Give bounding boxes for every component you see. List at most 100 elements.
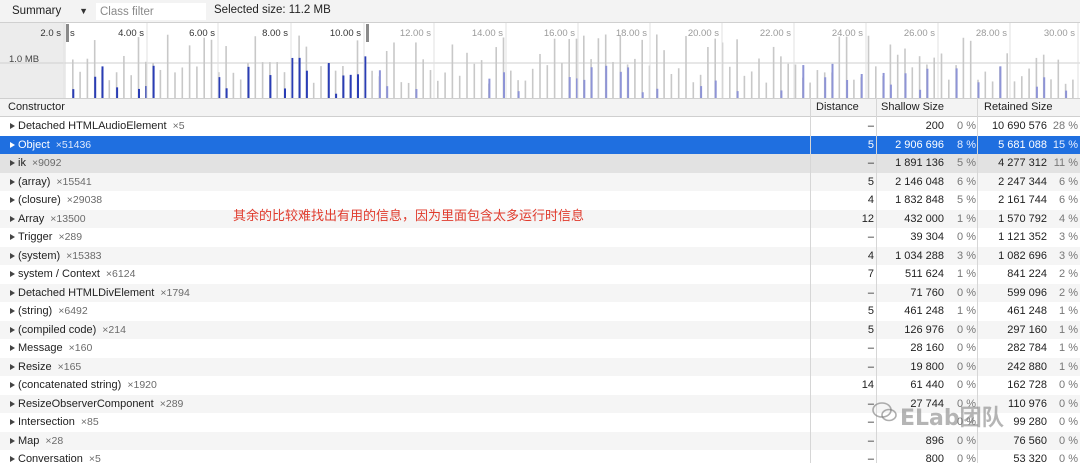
timeline-allocation-bar: [364, 56, 367, 98]
table-row[interactable]: (array) ×15541 5 2 146 048 6 % 2 247 344 6 %: [0, 172, 1080, 191]
constructor-name: ResizeObserverComponent: [18, 397, 154, 410]
retained-size-cell: 53 320: [1013, 453, 1047, 465]
retained-size-percent: 0 %: [1059, 379, 1078, 391]
timeline-allocation-bar: [802, 65, 805, 98]
expand-triangle-icon[interactable]: [10, 419, 15, 425]
expand-triangle-icon[interactable]: [10, 234, 15, 240]
constructor-name: ik: [18, 157, 26, 169]
timeline-bar: [239, 79, 242, 98]
timeline-bar: [137, 37, 140, 98]
shallow-size-cell: 511 624: [905, 268, 944, 280]
distance-cell: 5: [867, 138, 874, 151]
selection-handle-left[interactable]: [66, 24, 69, 42]
table-row[interactable]: Detached HTMLDivElement ×1794 – 71 760 0 % 59…: [0, 283, 1080, 302]
retained-size-cell: 5 681 088: [998, 138, 1047, 151]
view-selector[interactable]: Summary ▼: [4, 3, 90, 19]
table-row[interactable]: (system) ×15383 4 1 034 288 3 % 1 082 696 3 %: [0, 246, 1080, 266]
timeline-allocation-bar: [72, 89, 75, 98]
shallow-size-cell: 1 891 136: [895, 157, 944, 169]
expand-triangle-icon[interactable]: [10, 345, 15, 351]
expand-triangle-icon[interactable]: [10, 456, 15, 462]
instance-count: ×1920: [127, 379, 157, 391]
retained-size-percent: 1 %: [1059, 323, 1078, 336]
constructor-cell: Conversation ×5: [10, 450, 101, 469]
table-row[interactable]: Object ×51436 5 2 906 696 8 % 5 681 088 15 %: [0, 135, 1080, 154]
column-header-constructor[interactable]: Constructor: [2, 99, 810, 116]
shallow-size-cell: 461 248: [904, 305, 944, 317]
shallow-size-cell: 19 800: [910, 360, 944, 373]
instance-count: ×289: [159, 397, 184, 410]
table-row[interactable]: Trigger ×289 – 39 304 0 % 1 121 352 3 %: [0, 228, 1080, 247]
constructor-cell: Detached HTMLAudioElement ×5: [10, 117, 185, 136]
table-row[interactable]: Resize ×165 – 19 800 0 % 242 880 1 %: [0, 357, 1080, 376]
time-tick-label: 24.00 s: [832, 28, 863, 39]
timeline-bar: [531, 68, 534, 98]
timeline-allocation-bar: [291, 57, 294, 98]
table-row[interactable]: (compiled code) ×214 5 126 976 0 % 297 160 1 %: [0, 320, 1080, 339]
timeline-bar: [524, 80, 527, 98]
timeline-bar: [553, 38, 556, 98]
selection-handle-right[interactable]: [366, 24, 369, 42]
timeline-allocation-bar: [714, 80, 717, 98]
timeline-allocation-bar: [247, 66, 250, 98]
retained-size-cell: 242 880: [1007, 360, 1047, 373]
timeline-bar: [743, 75, 746, 98]
instance-count: ×165: [57, 360, 82, 373]
table-row[interactable]: (string) ×6492 5 461 248 1 % 461 248 1 %: [0, 302, 1080, 321]
timeline-bar: [838, 36, 841, 98]
shallow-size-percent: 0 %: [957, 379, 976, 391]
time-tick-label: 16.00 s: [544, 28, 575, 39]
timeline-bar: [429, 70, 432, 98]
column-header-distance[interactable]: Distance: [810, 99, 876, 116]
timeline-bar: [261, 62, 264, 98]
constructor-cell: (system) ×15383: [10, 247, 102, 266]
expand-triangle-icon[interactable]: [10, 400, 15, 407]
column-header-retained-size[interactable]: Retained Size: [978, 99, 1080, 116]
table-row[interactable]: ik ×9092 – 1 891 136 5 % 4 277 312 11 %: [0, 154, 1080, 173]
retained-size-cell: 282 784: [1007, 342, 1047, 354]
timeline-bar: [312, 82, 315, 98]
table-row[interactable]: system / Context ×6124 7 511 624 1 % 841 224 2…: [0, 265, 1080, 284]
timeline-bar: [911, 67, 914, 98]
distance-cell: 5: [867, 175, 874, 188]
expand-triangle-icon[interactable]: [10, 289, 15, 296]
expand-triangle-icon[interactable]: [10, 252, 15, 259]
timeline-bar: [510, 70, 512, 98]
expand-triangle-icon[interactable]: [10, 123, 15, 129]
expand-triangle-icon[interactable]: [10, 215, 15, 222]
timeline-overview[interactable]: 1.0 MB 2.0 s 4.00 s 6.00 s 8.00 s 10.00 s 12.…: [0, 23, 1080, 98]
expand-triangle-icon[interactable]: [10, 326, 15, 333]
retained-size-cell: 461 248: [1007, 305, 1047, 317]
distance-cell: 4: [867, 249, 874, 262]
expand-triangle-icon[interactable]: [10, 197, 15, 203]
timeline-bar: [634, 58, 636, 98]
expand-triangle-icon[interactable]: [10, 308, 15, 314]
expand-triangle-icon[interactable]: [10, 178, 15, 185]
class-filter-input[interactable]: [96, 3, 206, 20]
constructor-name: Detached HTMLAudioElement: [18, 120, 167, 132]
timeline-overview-chart[interactable]: 1.0 MB 2.0 s 4.00 s 6.00 s 8.00 s 10.00 s 12.…: [0, 23, 1080, 98]
retained-size-percent: 3 %: [1059, 249, 1078, 262]
constructor-cell: Trigger ×289: [10, 228, 82, 247]
expand-triangle-icon[interactable]: [10, 271, 15, 277]
timeline-bar: [1028, 68, 1030, 98]
constructor-cell: (string) ×6492: [10, 302, 88, 321]
timeline-bar: [656, 34, 658, 98]
shallow-size-percent: 0 %: [957, 360, 976, 373]
timeline-bar: [816, 70, 819, 98]
timeline-bar: [123, 55, 125, 98]
shallow-size-percent: 0 %: [957, 434, 976, 447]
expand-triangle-icon[interactable]: [10, 363, 15, 370]
table-row[interactable]: (concatenated string) ×1920 14 61 440 0 % 162…: [0, 376, 1080, 395]
timeline-bar: [166, 34, 169, 98]
table-row[interactable]: Detached HTMLAudioElement ×5 – 200 0 % 10 690…: [0, 117, 1080, 136]
expand-triangle-icon[interactable]: [10, 160, 15, 166]
expand-triangle-icon[interactable]: [10, 382, 15, 388]
expand-triangle-icon[interactable]: [10, 437, 15, 444]
table-row[interactable]: Message ×160 – 28 160 0 % 282 784 1 %: [0, 339, 1080, 358]
expand-triangle-icon[interactable]: [10, 141, 15, 148]
column-header-shallow-size[interactable]: Shallow Size: [875, 99, 977, 116]
table-row[interactable]: Conversation ×5 – 800 0 % 53 320 0 %: [0, 450, 1080, 469]
table-row[interactable]: Map ×28 – 896 0 % 76 560 0 %: [0, 431, 1080, 450]
timeline-allocation-bar: [977, 82, 980, 98]
